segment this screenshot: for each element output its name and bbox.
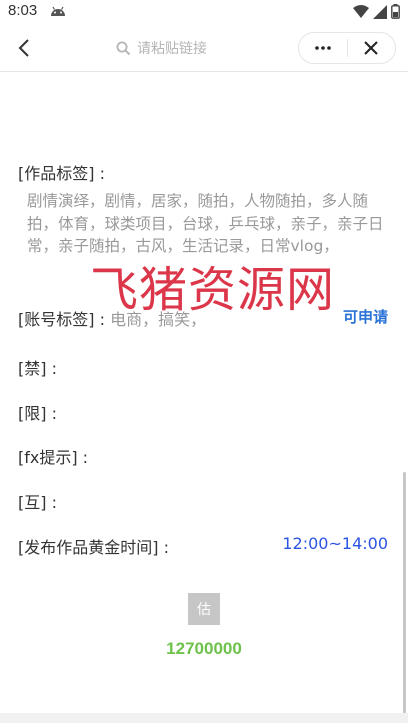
golden-time-value: 12:00~14:00 — [282, 534, 388, 553]
golden-time-label: [发布作品黄金时间] : — [18, 538, 169, 557]
mini-program-capsule — [298, 32, 396, 64]
more-button[interactable] — [299, 33, 347, 63]
estimate-value: 12700000 — [166, 639, 242, 658]
back-arrow-icon — [18, 39, 29, 57]
mutual-label: [互] : — [18, 493, 57, 512]
battery-icon — [391, 4, 400, 19]
watermark-text: 飞猪资源网 — [90, 262, 336, 318]
back-button[interactable] — [6, 30, 42, 66]
estimate-button[interactable]: 估 — [188, 593, 220, 625]
signal-icon — [373, 4, 387, 19]
close-button[interactable] — [347, 33, 395, 63]
apply-link[interactable]: 可申请 — [343, 306, 388, 327]
ban-label: [禁] : — [18, 359, 57, 378]
wifi-icon — [353, 4, 369, 18]
works-tags-value: 剧情演绎，剧情，居家，随拍，人物随拍，多人随拍，体育，球类项目，台球，乒乓球，亲… — [27, 192, 384, 256]
android-icon — [51, 6, 65, 16]
search-input[interactable]: 请粘贴链接 — [116, 37, 207, 59]
works-tags-label: [作品标签] : — [18, 164, 105, 183]
more-icon — [314, 46, 331, 50]
search-placeholder: 请粘贴链接 — [137, 41, 207, 57]
close-icon — [364, 41, 378, 55]
nav-bar: 请粘贴链接 — [0, 24, 408, 72]
status-time: 8:03 — [8, 2, 38, 19]
search-icon — [116, 41, 131, 55]
status-bar: 8:03 — [0, 0, 408, 24]
fx-hint-label: [fx提示] : — [18, 448, 89, 467]
bottom-bar — [0, 713, 408, 723]
limit-label: [限] : — [18, 404, 57, 423]
account-info-panel: [作品标签] : 剧情演绎，剧情，居家，随拍，人物随拍，多人随拍，体育，球类项目… — [0, 72, 408, 713]
scrollbar[interactable] — [403, 472, 406, 714]
